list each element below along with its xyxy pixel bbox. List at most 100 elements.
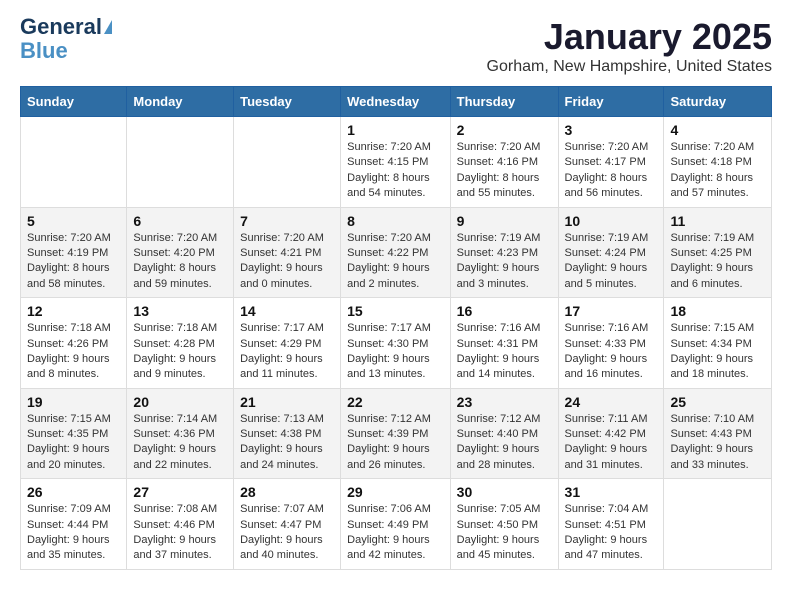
calendar-cell: 9 Sunrise: 7:19 AM Sunset: 4:23 PM Daylig…	[450, 207, 558, 298]
day-info: Sunrise: 7:11 AM Sunset: 4:42 PM Dayligh…	[565, 412, 658, 474]
calendar-cell	[664, 479, 772, 570]
calendar-cell: 11 Sunrise: 7:19 AM Sunset: 4:25 PM Dayli…	[664, 207, 772, 298]
day-number: 10	[565, 213, 658, 229]
day-info: Sunrise: 7:19 AM Sunset: 4:25 PM Dayligh…	[670, 231, 765, 293]
calendar-cell: 23 Sunrise: 7:12 AM Sunset: 4:40 PM Dayli…	[450, 388, 558, 479]
day-number: 28	[240, 484, 334, 500]
day-info: Sunrise: 7:09 AM Sunset: 4:44 PM Dayligh…	[27, 502, 120, 564]
calendar-cell: 13Sunrise: 7:18 AM Sunset: 4:28 PM Dayli…	[127, 298, 234, 389]
day-info: Sunrise: 7:07 AM Sunset: 4:47 PM Dayligh…	[240, 502, 334, 564]
calendar-cell: 14 Sunrise: 7:17 AM Sunset: 4:29 PM Dayli…	[234, 298, 341, 389]
calendar-cell: 17 Sunrise: 7:16 AM Sunset: 4:33 PM Dayli…	[558, 298, 664, 389]
weekday-header-sunday: Sunday	[21, 87, 127, 117]
day-number: 3	[565, 122, 658, 138]
day-number: 22	[347, 394, 444, 410]
day-info: Sunrise: 7:17 AM Sunset: 4:29 PM Dayligh…	[240, 321, 334, 383]
calendar-week-row: 26Sunrise: 7:09 AM Sunset: 4:44 PM Dayli…	[21, 479, 772, 570]
day-info: Sunrise: 7:20 AM Sunset: 4:18 PM Dayligh…	[670, 140, 765, 202]
day-info: Sunrise: 7:13 AM Sunset: 4:38 PM Dayligh…	[240, 412, 334, 474]
calendar-cell: 10 Sunrise: 7:19 AM Sunset: 4:24 PM Dayli…	[558, 207, 664, 298]
day-info: Sunrise: 7:20 AM Sunset: 4:22 PM Dayligh…	[347, 231, 444, 293]
day-number: 1	[347, 122, 444, 138]
calendar-cell: 26Sunrise: 7:09 AM Sunset: 4:44 PM Dayli…	[21, 479, 127, 570]
logo: General Blue	[20, 16, 112, 64]
title-area: January 2025 Gorham, New Hampshire, Unit…	[487, 16, 772, 76]
day-number: 8	[347, 213, 444, 229]
calendar-cell: 12 Sunrise: 7:18 AM Sunset: 4:26 PM Dayli…	[21, 298, 127, 389]
calendar-cell: 6 Sunrise: 7:20 AM Sunset: 4:20 PM Daylig…	[127, 207, 234, 298]
day-info: Sunrise: 7:20 AM Sunset: 4:15 PM Dayligh…	[347, 140, 444, 202]
weekday-header-thursday: Thursday	[450, 87, 558, 117]
day-info: Sunrise: 7:14 AM Sunset: 4:36 PM Dayligh…	[133, 412, 227, 474]
day-info: Sunrise: 7:08 AM Sunset: 4:46 PM Dayligh…	[133, 502, 227, 564]
calendar-cell: 3 Sunrise: 7:20 AM Sunset: 4:17 PM Daylig…	[558, 117, 664, 208]
day-number: 31	[565, 484, 658, 500]
calendar-week-row: 12 Sunrise: 7:18 AM Sunset: 4:26 PM Dayli…	[21, 298, 772, 389]
calendar-cell: 7 Sunrise: 7:20 AM Sunset: 4:21 PM Daylig…	[234, 207, 341, 298]
calendar-cell	[21, 117, 127, 208]
day-number: 18	[670, 303, 765, 319]
calendar-cell: 18Sunrise: 7:15 AM Sunset: 4:34 PM Dayli…	[664, 298, 772, 389]
calendar-cell: 21Sunrise: 7:13 AM Sunset: 4:38 PM Dayli…	[234, 388, 341, 479]
calendar-cell	[127, 117, 234, 208]
day-number: 30	[457, 484, 552, 500]
day-number: 9	[457, 213, 552, 229]
day-info: Sunrise: 7:20 AM Sunset: 4:16 PM Dayligh…	[457, 140, 552, 202]
calendar-cell: 30Sunrise: 7:05 AM Sunset: 4:50 PM Dayli…	[450, 479, 558, 570]
month-title: January 2025	[487, 16, 772, 58]
day-info: Sunrise: 7:16 AM Sunset: 4:33 PM Dayligh…	[565, 321, 658, 383]
day-number: 24	[565, 394, 658, 410]
day-info: Sunrise: 7:20 AM Sunset: 4:19 PM Dayligh…	[27, 231, 120, 293]
day-info: Sunrise: 7:20 AM Sunset: 4:20 PM Dayligh…	[133, 231, 227, 293]
calendar-cell: 24 Sunrise: 7:11 AM Sunset: 4:42 PM Dayli…	[558, 388, 664, 479]
day-number: 6	[133, 213, 227, 229]
day-number: 7	[240, 213, 334, 229]
calendar-cell: 8 Sunrise: 7:20 AM Sunset: 4:22 PM Daylig…	[341, 207, 451, 298]
calendar-week-row: 1 Sunrise: 7:20 AM Sunset: 4:15 PM Daylig…	[21, 117, 772, 208]
calendar-header-row: SundayMondayTuesdayWednesdayThursdayFrid…	[21, 87, 772, 117]
day-info: Sunrise: 7:06 AM Sunset: 4:49 PM Dayligh…	[347, 502, 444, 564]
calendar-week-row: 19Sunrise: 7:15 AM Sunset: 4:35 PM Dayli…	[21, 388, 772, 479]
day-info: Sunrise: 7:16 AM Sunset: 4:31 PM Dayligh…	[457, 321, 552, 383]
day-number: 16	[457, 303, 552, 319]
calendar-week-row: 5 Sunrise: 7:20 AM Sunset: 4:19 PM Daylig…	[21, 207, 772, 298]
day-number: 23	[457, 394, 552, 410]
day-number: 20	[133, 394, 227, 410]
calendar: SundayMondayTuesdayWednesdayThursdayFrid…	[20, 86, 772, 570]
location: Gorham, New Hampshire, United States	[487, 58, 772, 76]
weekday-header-wednesday: Wednesday	[341, 87, 451, 117]
day-info: Sunrise: 7:20 AM Sunset: 4:17 PM Dayligh…	[565, 140, 658, 202]
calendar-cell: 22Sunrise: 7:12 AM Sunset: 4:39 PM Dayli…	[341, 388, 451, 479]
day-info: Sunrise: 7:19 AM Sunset: 4:23 PM Dayligh…	[457, 231, 552, 293]
calendar-cell: 5 Sunrise: 7:20 AM Sunset: 4:19 PM Daylig…	[21, 207, 127, 298]
day-number: 29	[347, 484, 444, 500]
day-number: 2	[457, 122, 552, 138]
day-info: Sunrise: 7:19 AM Sunset: 4:24 PM Dayligh…	[565, 231, 658, 293]
calendar-cell: 29 Sunrise: 7:06 AM Sunset: 4:49 PM Dayli…	[341, 479, 451, 570]
calendar-cell: 27Sunrise: 7:08 AM Sunset: 4:46 PM Dayli…	[127, 479, 234, 570]
calendar-cell: 16 Sunrise: 7:16 AM Sunset: 4:31 PM Dayli…	[450, 298, 558, 389]
day-number: 15	[347, 303, 444, 319]
logo-triangle-icon	[104, 20, 112, 34]
day-info: Sunrise: 7:12 AM Sunset: 4:40 PM Dayligh…	[457, 412, 552, 474]
day-number: 17	[565, 303, 658, 319]
day-info: Sunrise: 7:10 AM Sunset: 4:43 PM Dayligh…	[670, 412, 765, 474]
weekday-header-tuesday: Tuesday	[234, 87, 341, 117]
day-info: Sunrise: 7:17 AM Sunset: 4:30 PM Dayligh…	[347, 321, 444, 383]
day-number: 11	[670, 213, 765, 229]
logo-general: General	[20, 16, 102, 38]
day-number: 13	[133, 303, 227, 319]
day-number: 5	[27, 213, 120, 229]
day-number: 14	[240, 303, 334, 319]
header: General Blue January 2025 Gorham, New Ha…	[20, 16, 772, 76]
day-info: Sunrise: 7:18 AM Sunset: 4:26 PM Dayligh…	[27, 321, 120, 383]
calendar-cell	[234, 117, 341, 208]
day-number: 12	[27, 303, 120, 319]
calendar-cell: 4Sunrise: 7:20 AM Sunset: 4:18 PM Daylig…	[664, 117, 772, 208]
day-number: 19	[27, 394, 120, 410]
calendar-cell: 2 Sunrise: 7:20 AM Sunset: 4:16 PM Daylig…	[450, 117, 558, 208]
calendar-cell: 15 Sunrise: 7:17 AM Sunset: 4:30 PM Dayli…	[341, 298, 451, 389]
day-number: 25	[670, 394, 765, 410]
day-info: Sunrise: 7:20 AM Sunset: 4:21 PM Dayligh…	[240, 231, 334, 293]
day-info: Sunrise: 7:04 AM Sunset: 4:51 PM Dayligh…	[565, 502, 658, 564]
